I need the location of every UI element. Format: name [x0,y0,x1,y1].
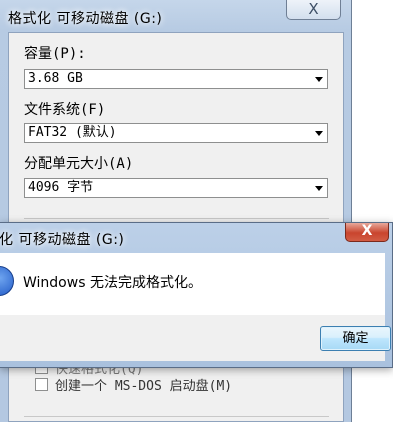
allocation-select[interactable]: 4096 字节 [24,178,328,198]
ok-button[interactable]: 确定 [320,326,391,351]
allocation-label: 分配单元大小(A) [24,156,134,172]
chevron-down-icon [315,77,323,82]
message-text: Windows 无法完成格式化。 [23,275,202,291]
message-box-footer: 确定 [0,315,391,361]
chevron-down-icon [315,131,323,136]
message-box-body: Windows 无法完成格式化。 [0,253,385,315]
message-box: 化 可移动磁盘 (G:) X Windows 无法完成格式化。 确定 [0,222,393,368]
filesystem-select[interactable]: FAT32 (默认) [24,123,328,143]
filesystem-label: 文件系统(F) [24,102,106,118]
format-options-group [24,218,329,219]
info-icon [0,266,14,296]
allocation-value: 4096 字节 [28,180,94,195]
chevron-down-icon [315,186,323,191]
msdos-startup-checkbox[interactable] [35,378,48,391]
msdos-startup-option[interactable]: 创建一个 MS-DOS 启动盘(M) [35,375,232,394]
button-area-divider [24,416,329,417]
capacity-select[interactable]: 3.68 GB [24,69,328,89]
msdos-startup-label: 创建一个 MS-DOS 启动盘(M) [55,379,233,394]
close-icon: X [361,223,373,239]
filesystem-value: FAT32 (默认) [28,125,117,140]
message-box-close-button[interactable]: X [345,223,389,242]
capacity-value: 3.68 GB [28,71,83,86]
capacity-label: 容量(P): [24,46,86,62]
format-dialog-close-button[interactable]: X [286,0,341,20]
close-icon: X [308,0,319,18]
format-dialog-title: 格式化 可移动磁盘 (G:) [8,11,163,27]
message-box-title: 化 可移动磁盘 (G:) [0,232,125,248]
